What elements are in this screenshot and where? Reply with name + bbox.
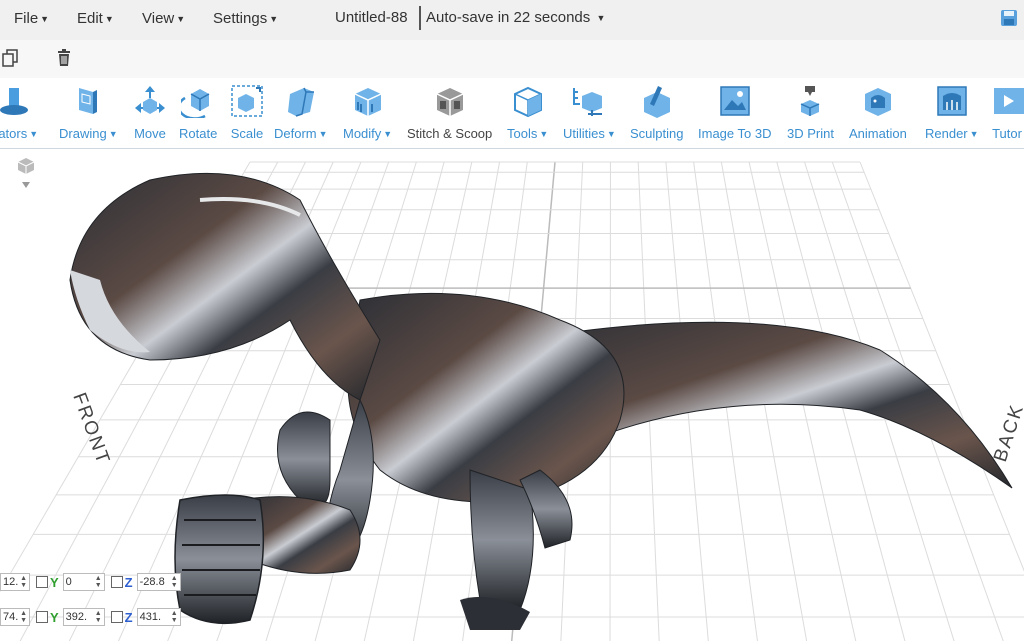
size-row: 74. ▲ ▼ Y 392. ▲ ▼ Z 431. ▲ ▼ bbox=[0, 606, 181, 628]
tool-move[interactable]: Move bbox=[133, 84, 167, 144]
3d-viewport[interactable]: FRONT BACK 12. ▲ ▼ Y 0 ▲ ▼ Z -28.8 ▲ ▼ 74. ▲ ▼ Y… bbox=[0, 149, 1024, 641]
tool-modify[interactable]: Modify ▼ bbox=[343, 84, 392, 144]
spinner-icon: ▲ ▼ bbox=[94, 575, 102, 589]
caret-down-icon: ▼ bbox=[596, 13, 606, 23]
y-lock-checkbox[interactable] bbox=[36, 576, 48, 588]
sub-toolbar bbox=[0, 40, 1024, 78]
deform-icon bbox=[287, 87, 314, 117]
image-to-3d-icon bbox=[719, 86, 750, 116]
animation-icon bbox=[864, 88, 891, 116]
z-size-input[interactable]: 431. ▲ ▼ bbox=[136, 608, 181, 626]
x-input[interactable]: 12. ▲ ▼ bbox=[0, 573, 30, 591]
3d-print-icon bbox=[801, 86, 820, 116]
scene-canvas[interactable] bbox=[0, 149, 1024, 641]
menu-settings[interactable]: Settings ▼ bbox=[213, 10, 278, 27]
caret-down-icon: ▼ bbox=[269, 14, 279, 24]
trash-icon[interactable] bbox=[57, 49, 71, 67]
tools-icon bbox=[513, 86, 542, 118]
tool-generators[interactable]: rators▼ bbox=[0, 84, 38, 144]
y-size-input[interactable]: 392. ▲ ▼ bbox=[62, 608, 105, 626]
tool-stitch-scoop[interactable]: Stitch & Scoop bbox=[407, 84, 492, 144]
spinner-icon: ▲ ▼ bbox=[20, 575, 27, 589]
autosave-dropdown[interactable]: Auto-save in 22 seconds ▼ bbox=[426, 9, 605, 26]
spinner-icon: ▲ ▼ bbox=[20, 610, 27, 624]
sculpting-icon bbox=[643, 86, 670, 118]
caret-down-icon: ▼ bbox=[40, 14, 50, 24]
z-size-checkbox[interactable] bbox=[110, 611, 123, 623]
tool-tutorials[interactable]: Tutor bbox=[990, 84, 1024, 144]
title-divider bbox=[419, 6, 421, 30]
rotate-icon bbox=[181, 89, 210, 118]
utilities-icon bbox=[573, 88, 603, 116]
tool-animation[interactable]: Animation bbox=[849, 84, 907, 144]
menu-view[interactable]: View ▼ bbox=[142, 10, 185, 27]
z-input[interactable]: -28.8 ▲ ▼ bbox=[136, 573, 181, 591]
tool-deform[interactable]: Deform ▼ bbox=[274, 84, 328, 144]
menu-file[interactable]: File ▼ bbox=[14, 10, 49, 27]
tool-rotate[interactable]: Rotate bbox=[179, 84, 217, 144]
view-cube-icon[interactable] bbox=[14, 156, 38, 197]
tutorials-icon bbox=[994, 88, 1024, 114]
tool-tools[interactable]: Tools ▼ bbox=[507, 84, 548, 144]
drawing-icon bbox=[79, 88, 98, 114]
tool-3d-print[interactable]: 3D Print bbox=[787, 84, 834, 144]
stitch-scoop-icon bbox=[436, 88, 463, 116]
scale-icon bbox=[231, 85, 263, 117]
x-size-input[interactable]: 74. ▲ ▼ bbox=[0, 608, 30, 626]
tool-drawing[interactable]: Drawing ▼ bbox=[59, 84, 118, 144]
caret-down-icon: ▼ bbox=[176, 14, 186, 24]
main-toolbar: rators▼ Drawing▼ Move Rotate Scale Defor… bbox=[0, 78, 1024, 149]
z-lock-checkbox[interactable] bbox=[110, 576, 123, 588]
tool-scale[interactable]: Scale bbox=[230, 84, 264, 144]
tool-render[interactable]: Render ▼ bbox=[925, 84, 979, 144]
tool-image-to-3d[interactable]: Image To 3D bbox=[698, 84, 771, 144]
move-icon bbox=[135, 86, 165, 114]
tool-sculpting[interactable]: Sculpting bbox=[630, 84, 683, 144]
spinner-icon: ▲ ▼ bbox=[170, 575, 178, 589]
y-size-checkbox[interactable] bbox=[36, 611, 48, 623]
menu-edit[interactable]: Edit ▼ bbox=[77, 10, 114, 27]
tool-utilities[interactable]: Utilities ▼ bbox=[563, 84, 616, 144]
modify-icon bbox=[354, 88, 381, 116]
position-row: 12. ▲ ▼ Y 0 ▲ ▼ Z -28.8 ▲ ▼ bbox=[0, 571, 181, 593]
caret-down-icon: ▼ bbox=[104, 14, 114, 24]
save-icon[interactable] bbox=[1000, 9, 1018, 27]
copy-icon[interactable] bbox=[2, 49, 18, 67]
generators-icon bbox=[0, 88, 29, 115]
y-input[interactable]: 0 ▲ ▼ bbox=[62, 573, 105, 591]
spinner-icon: ▲ ▼ bbox=[170, 610, 178, 624]
spinner-icon: ▲ ▼ bbox=[94, 610, 102, 624]
document-title[interactable]: Untitled-88 bbox=[335, 9, 408, 26]
render-icon bbox=[937, 86, 967, 116]
menu-bar: File ▼ Edit ▼ View ▼ Settings ▼ Untitled-88 … bbox=[0, 0, 1024, 40]
dinosaur-model[interactable] bbox=[69, 172, 1013, 630]
